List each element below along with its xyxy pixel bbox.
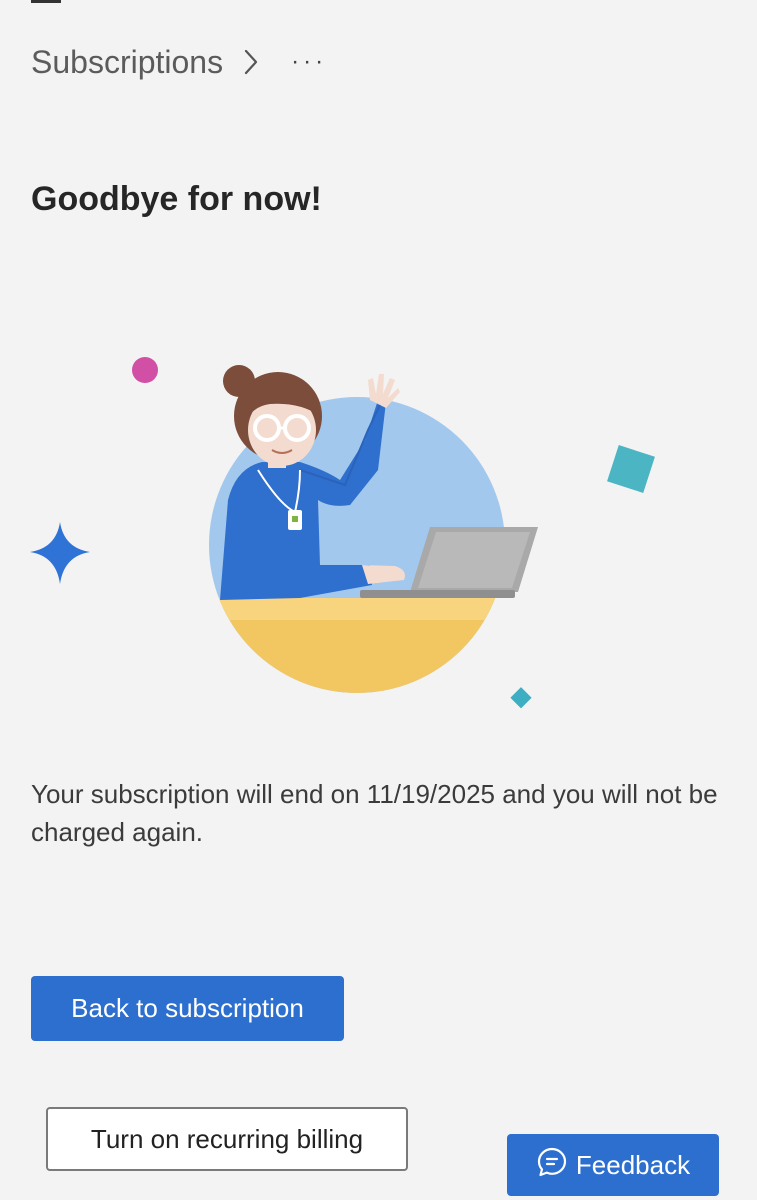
chevron-right-icon (243, 47, 267, 77)
more-options-button[interactable]: ··· (291, 48, 327, 76)
menu-icon[interactable] (31, 0, 61, 3)
teal-square-icon (607, 445, 655, 493)
feedback-button[interactable]: Feedback (507, 1134, 719, 1196)
teal-diamond-icon (510, 687, 532, 709)
pink-dot-icon (132, 357, 158, 383)
turn-on-recurring-billing-button[interactable]: Turn on recurring billing (46, 1107, 408, 1171)
chat-bubble-icon (536, 1146, 568, 1185)
breadcrumb: Subscriptions ··· (31, 42, 327, 82)
back-to-subscription-button[interactable]: Back to subscription (31, 976, 344, 1041)
feedback-label: Feedback (575, 1149, 691, 1180)
cancellation-message: Your subscription will end on 11/19/2025… (31, 779, 718, 847)
sparkle-icon (30, 522, 90, 584)
page-title: Goodbye for now! (31, 180, 322, 218)
goodbye-illustration (0, 330, 757, 730)
breadcrumb-subscriptions[interactable]: Subscriptions (31, 44, 223, 81)
